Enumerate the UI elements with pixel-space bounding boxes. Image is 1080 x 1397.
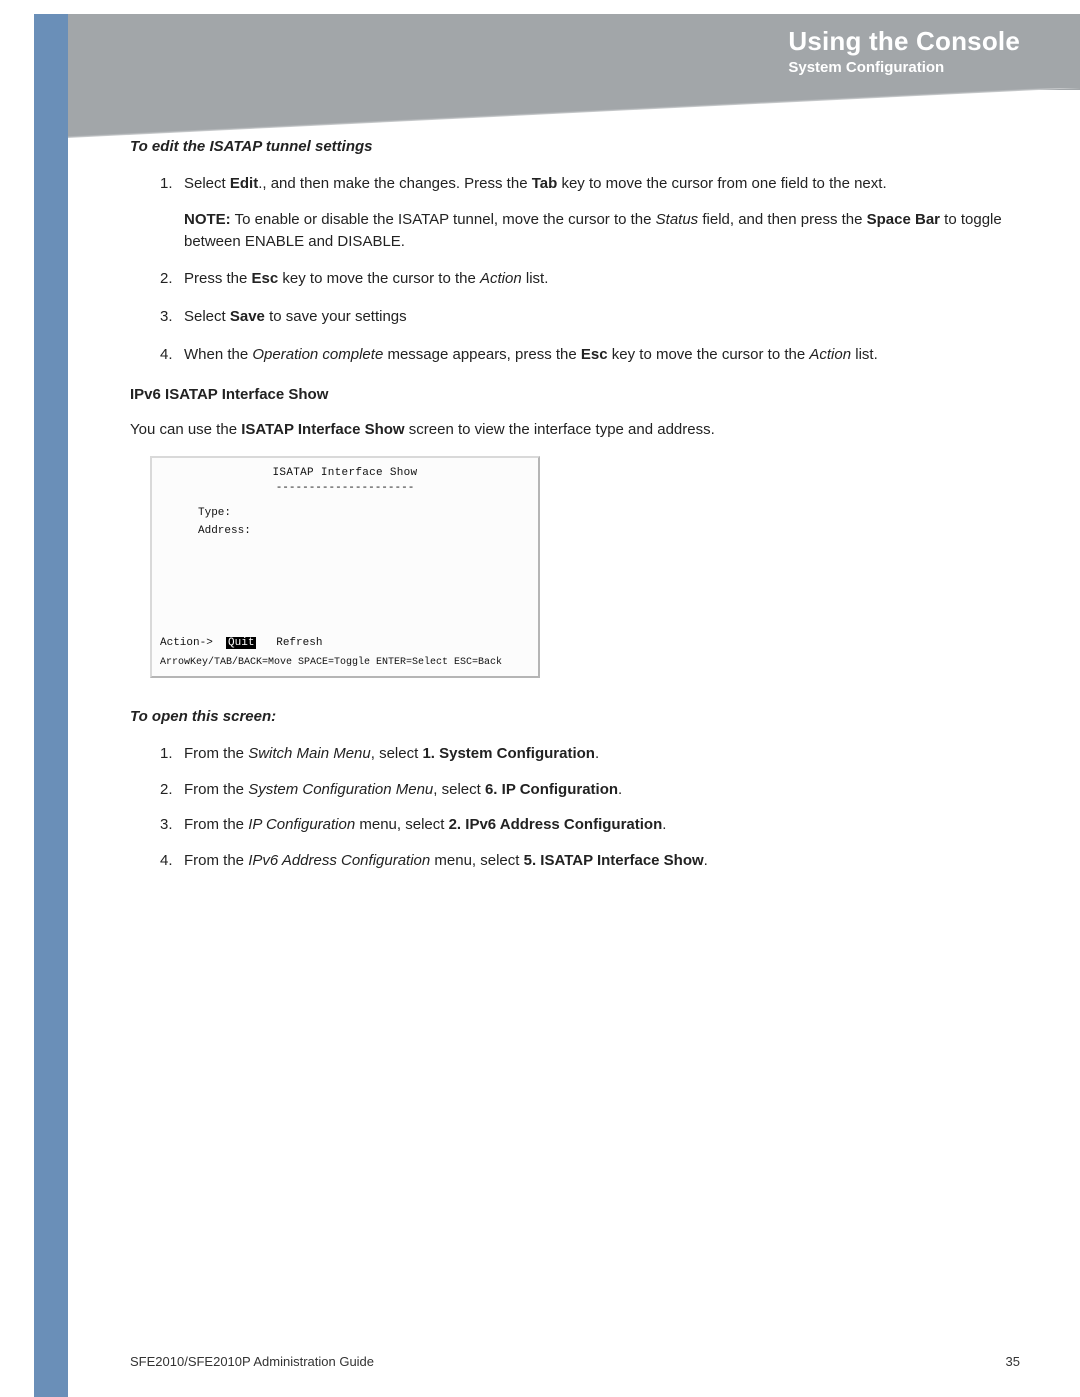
- footer-page-number: 35: [1006, 1354, 1020, 1369]
- footer-doc-title: SFE2010/SFE2010P Administration Guide: [130, 1354, 374, 1369]
- edit-step-3: Select Save to save your settings: [160, 306, 1020, 328]
- edit-step-2: Press the Esc key to move the cursor to …: [160, 268, 1020, 290]
- ipv6-intro-para: You can use the ISATAP Interface Show sc…: [130, 419, 1020, 441]
- section-title: System Configuration: [788, 59, 1020, 76]
- terminal-address-row: Address:: [158, 524, 532, 539]
- page-content: To edit the ISATAP tunnel settings Selec…: [130, 138, 1020, 892]
- terminal-footer: ArrowKey/TAB/BACK=Move SPACE=Toggle ENTE…: [158, 656, 532, 670]
- terminal-quit: Quit: [226, 637, 256, 649]
- open-step-3: From the IP Configuration menu, select 2…: [160, 814, 1020, 836]
- terminal-refresh: Refresh: [276, 637, 322, 649]
- note-block: NOTE: To enable or disable the ISATAP tu…: [184, 209, 1020, 253]
- terminal-spacer: [158, 542, 532, 632]
- chapter-title: Using the Console: [788, 26, 1020, 57]
- open-step-4: From the IPv6 Address Configuration menu…: [160, 850, 1020, 872]
- terminal-action-row: Action-> Quit Refresh: [158, 636, 532, 651]
- terminal-screenshot: ISATAP Interface Show ------------------…: [150, 456, 540, 678]
- edit-isatap-heading: To edit the ISATAP tunnel settings: [130, 138, 1020, 155]
- edit-step-1: Select Edit., and then make the changes.…: [160, 173, 1020, 252]
- side-blue-strip: [34, 14, 68, 1397]
- terminal-title: ISATAP Interface Show: [158, 466, 532, 481]
- header-band: Using the Console System Configuration: [68, 14, 1080, 90]
- open-screen-heading: To open this screen:: [130, 708, 1020, 725]
- page-footer: SFE2010/SFE2010P Administration Guide 35: [130, 1354, 1020, 1369]
- open-step-2: From the System Configuration Menu, sele…: [160, 779, 1020, 801]
- edit-steps-list: Select Edit., and then make the changes.…: [160, 173, 1020, 366]
- edit-step-4: When the Operation complete message appe…: [160, 344, 1020, 366]
- ipv6-heading: IPv6 ISATAP Interface Show: [130, 386, 1020, 403]
- header-diagonal: [68, 88, 1080, 138]
- terminal-underline: ---------------------: [158, 481, 532, 496]
- open-steps-list: From the Switch Main Menu, select 1. Sys…: [160, 743, 1020, 872]
- open-step-1: From the Switch Main Menu, select 1. Sys…: [160, 743, 1020, 765]
- terminal-type-row: Type:: [158, 506, 532, 521]
